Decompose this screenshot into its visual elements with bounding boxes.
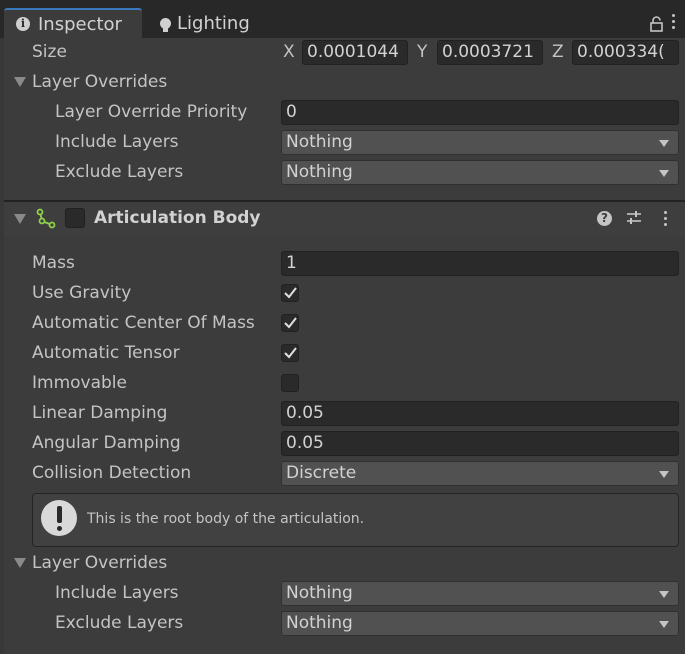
- auto-tensor-label: Automatic Tensor: [32, 343, 180, 363]
- layer-override-priority-field[interactable]: 0: [281, 100, 679, 125]
- checkmark-icon: [284, 347, 297, 359]
- help-icon[interactable]: ?: [597, 211, 612, 226]
- warning-icon: [41, 500, 77, 536]
- include-layers-row-bottom: Include Layers Nothing: [4, 579, 685, 609]
- angular-damping-row: Angular Damping 0.05: [4, 429, 685, 459]
- include-layers-label: Include Layers: [55, 132, 179, 152]
- use-gravity-label: Use Gravity: [32, 283, 132, 303]
- use-gravity-row: Use Gravity: [4, 279, 685, 309]
- layer-override-priority-label: Layer Override Priority: [55, 102, 248, 122]
- include-layers-value-bottom: Nothing: [286, 583, 353, 603]
- dropdown-caret-icon: [659, 140, 669, 147]
- foldout-arrow-icon[interactable]: [14, 558, 26, 568]
- exclude-layers-value-bottom: Nothing: [286, 613, 353, 633]
- exclude-layers-row: Exclude Layers Nothing: [4, 158, 685, 188]
- include-layers-dropdown-bottom[interactable]: Nothing: [281, 581, 679, 606]
- mass-label: Mass: [32, 253, 75, 273]
- lock-icon[interactable]: [650, 16, 663, 32]
- linear-damping-field[interactable]: 0.05: [281, 401, 679, 426]
- mass-field[interactable]: 1: [281, 251, 679, 276]
- exclude-layers-row-bottom: Exclude Layers Nothing: [4, 609, 685, 639]
- collision-detection-value: Discrete: [286, 463, 357, 483]
- dropdown-caret-icon: [659, 591, 669, 598]
- auto-tensor-row: Automatic Tensor: [4, 339, 685, 369]
- linear-damping-label: Linear Damping: [32, 403, 168, 423]
- layer-override-priority-row: Layer Override Priority 0: [4, 98, 685, 128]
- include-layers-dropdown[interactable]: Nothing: [281, 130, 679, 155]
- articulation-body-header[interactable]: Articulation Body ?: [4, 202, 685, 236]
- include-layers-label-bottom: Include Layers: [55, 583, 179, 603]
- auto-tensor-checkbox[interactable]: [281, 344, 299, 362]
- angular-damping-label: Angular Damping: [32, 433, 181, 453]
- foldout-arrow-icon[interactable]: [14, 214, 26, 224]
- angular-damping-field[interactable]: 0.05: [281, 431, 679, 456]
- dropdown-caret-icon: [659, 471, 669, 478]
- mass-row: Mass 1: [4, 249, 685, 279]
- checkmark-icon: [284, 317, 297, 329]
- preset-icon[interactable]: [626, 210, 642, 226]
- exclude-layers-value: Nothing: [286, 162, 353, 182]
- layer-overrides-foldout-bottom[interactable]: Layer Overrides: [4, 549, 685, 579]
- tab-lighting-label: Lighting: [177, 12, 250, 34]
- immovable-label: Immovable: [32, 373, 127, 393]
- size-z-label: Z: [552, 42, 564, 62]
- exclude-layers-label: Exclude Layers: [55, 162, 184, 182]
- lightbulb-icon: [160, 17, 171, 32]
- component-title: Articulation Body: [94, 208, 261, 228]
- size-row: Size X 0.0001044 Y 0.0003721 Z 0.000334(: [4, 38, 685, 68]
- include-layers-value: Nothing: [286, 132, 353, 152]
- component-enabled-checkbox[interactable]: [65, 208, 85, 228]
- tab-lighting[interactable]: Lighting: [160, 8, 280, 38]
- exclude-layers-label-bottom: Exclude Layers: [55, 613, 184, 633]
- auto-center-of-mass-row: Automatic Center Of Mass: [4, 309, 685, 339]
- layer-overrides-title-bottom: Layer Overrides: [32, 553, 168, 573]
- exclude-layers-dropdown-bottom[interactable]: Nothing: [281, 611, 679, 636]
- tab-inspector-label: Inspector: [38, 13, 122, 35]
- foldout-arrow-icon[interactable]: [14, 77, 26, 87]
- immovable-row: Immovable: [4, 369, 685, 399]
- window-tab-bar: i Inspector Lighting: [0, 0, 685, 38]
- collision-detection-row: Collision Detection Discrete: [4, 459, 685, 489]
- articulation-body-icon: [36, 208, 56, 229]
- helpbox-text: This is the root body of the articulatio…: [87, 511, 365, 527]
- layer-overrides-title: Layer Overrides: [32, 72, 168, 92]
- size-z-field[interactable]: 0.000334(: [572, 40, 679, 65]
- kebab-menu-icon[interactable]: [664, 211, 667, 229]
- info-helpbox: This is the root body of the articulatio…: [32, 493, 679, 547]
- auto-center-of-mass-label: Automatic Center Of Mass: [32, 313, 255, 333]
- size-x-field[interactable]: 0.0001044: [302, 40, 408, 65]
- layer-overrides-foldout[interactable]: Layer Overrides: [4, 68, 685, 98]
- dropdown-caret-icon: [659, 621, 669, 628]
- size-label: Size: [32, 42, 67, 62]
- collision-detection-dropdown[interactable]: Discrete: [281, 461, 679, 486]
- size-y-field[interactable]: 0.0003721: [437, 40, 543, 65]
- info-icon: i: [16, 17, 30, 31]
- checkmark-icon: [284, 287, 297, 299]
- exclude-layers-dropdown[interactable]: Nothing: [281, 160, 679, 185]
- size-y-label: Y: [417, 42, 428, 62]
- collision-detection-label: Collision Detection: [32, 463, 192, 483]
- kebab-menu-icon[interactable]: [672, 14, 675, 32]
- use-gravity-checkbox[interactable]: [281, 284, 299, 302]
- linear-damping-row: Linear Damping 0.05: [4, 399, 685, 429]
- immovable-checkbox[interactable]: [281, 374, 299, 392]
- tab-inspector[interactable]: i Inspector: [4, 8, 142, 38]
- include-layers-row: Include Layers Nothing: [4, 128, 685, 158]
- dropdown-caret-icon: [659, 170, 669, 177]
- auto-center-of-mass-checkbox[interactable]: [281, 314, 299, 332]
- size-x-label: X: [283, 42, 295, 62]
- inspector-panel: Size X 0.0001044 Y 0.0003721 Z 0.000334(…: [4, 38, 685, 654]
